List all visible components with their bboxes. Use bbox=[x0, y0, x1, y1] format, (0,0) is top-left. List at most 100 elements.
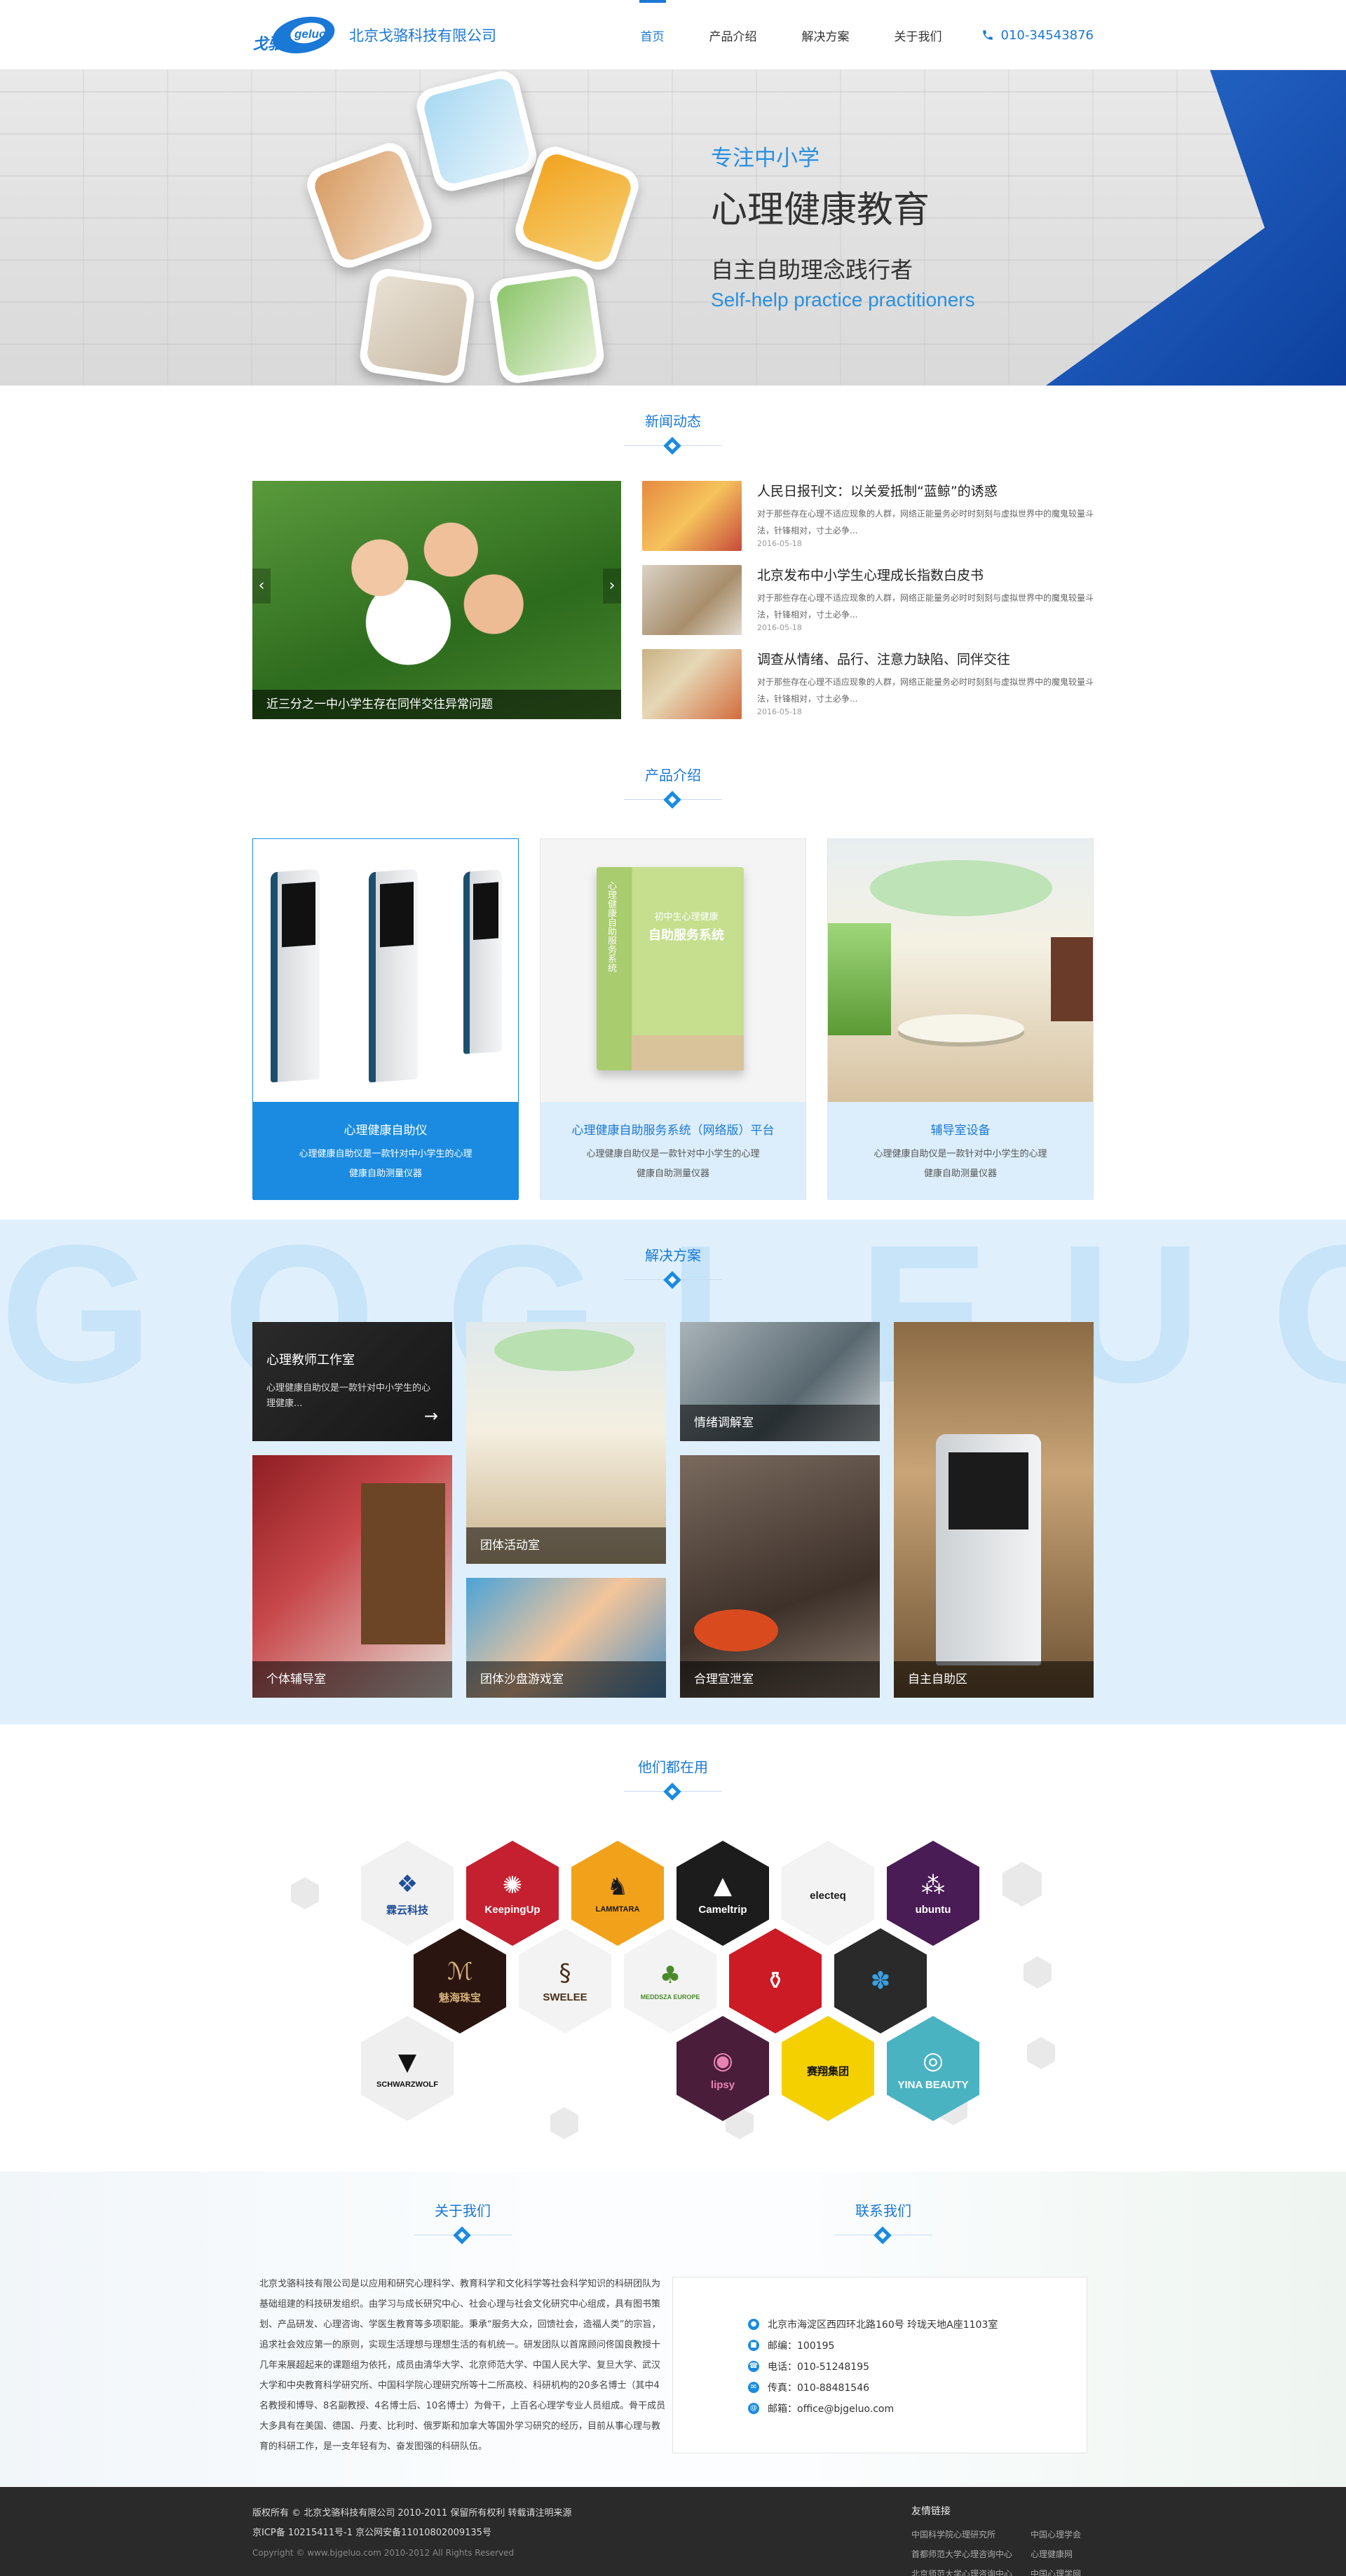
nav-home[interactable]: 首页 bbox=[618, 0, 687, 70]
section-divider bbox=[624, 437, 722, 455]
news-item[interactable]: 人民日报刊文：以关爱抵制“蓝鲸”的诱惑 对于那些存在心理不适应现象的人群，网络正… bbox=[642, 481, 1094, 565]
solution-tile[interactable]: 心理教师工作室 心理健康自助仪是一款针对中小学生的心理健康... → bbox=[252, 1322, 452, 1441]
news-thumbnail[interactable] bbox=[642, 649, 742, 719]
product-image[interactable] bbox=[828, 839, 1093, 1102]
section-divider bbox=[834, 2226, 932, 2244]
solution-tile[interactable]: 团体沙盘游戏室 bbox=[466, 1578, 666, 1698]
product-name[interactable]: 心理健康自助仪 bbox=[253, 1120, 518, 1138]
solution-label[interactable]: 合理宣泄室 bbox=[680, 1661, 880, 1698]
icp-license[interactable]: 京ICP备 10215411号-1 京公网安备11010802009135号 bbox=[252, 2523, 572, 2543]
client-logo-grid: ❖ 霖云科技 ✺ KeepingUp ♞ LAMMTARA ▲ Cameltrip el… bbox=[252, 1827, 1094, 2156]
product-card[interactable]: 辅导室设备 心理健康自助仪是一款针对中小学生的心理健康自助测量仪器 bbox=[827, 838, 1094, 1200]
news-title[interactable]: 人民日报刊文：以关爱抵制“蓝鲸”的诱惑 bbox=[757, 481, 1094, 500]
news-date: 2016-05-18 bbox=[757, 539, 802, 548]
news-desc: 对于那些存在心理不适应现象的人群，网络正能量务必时时刻刻与虚拟世界中的魔鬼较量斗… bbox=[757, 509, 1094, 536]
section-divider bbox=[624, 1271, 722, 1289]
product-image[interactable]: 初中生心理健康 自助服务系统 心理健康自助服务系统 bbox=[541, 839, 805, 1102]
mailbox-icon: ■ bbox=[748, 2340, 759, 2351]
tree-icon: ♣ bbox=[659, 1961, 681, 1989]
swirl-icon: ◎ bbox=[923, 2046, 944, 2075]
monogram-icon: ℳ bbox=[447, 1957, 473, 1986]
product-desc: 心理健康自助仪是一款针对中小学生的心理健康自助测量仪器 bbox=[586, 1149, 760, 1179]
section-heading: 联系我们 bbox=[673, 2200, 1094, 2244]
solution-tile[interactable]: 个体辅导室 bbox=[252, 1455, 452, 1698]
slider-next-button[interactable]: › bbox=[603, 568, 621, 604]
solutions-section: GOGLEUO 解决方案 心理教师工作室 心理健康自助仪是一款针对中小学生的心理… bbox=[0, 1220, 1346, 1724]
email-icon: @ bbox=[748, 2403, 759, 2414]
client-logo[interactable]: ◉ lipsy bbox=[677, 2016, 769, 2121]
section-title: 联系我们 bbox=[855, 2202, 911, 2219]
news-thumbnail[interactable] bbox=[642, 565, 742, 635]
solution-label[interactable]: 团体活动室 bbox=[466, 1527, 666, 1564]
friend-link[interactable]: 北京师范大学心理咨询中心 bbox=[911, 2564, 1031, 2576]
friend-link[interactable]: 中国科学院心理研究所 bbox=[911, 2525, 1031, 2544]
client-logo[interactable]: § SWELEE bbox=[519, 1928, 611, 2033]
section-divider bbox=[624, 1783, 722, 1801]
client-logo[interactable]: ⚱ bbox=[729, 1928, 822, 2033]
contact-email[interactable]: 邮箱：office@bjgeluo.com bbox=[768, 2401, 894, 2415]
product-card[interactable]: 心理健康自助仪 心理健康自助仪是一款针对中小学生的心理健康自助测量仪器 bbox=[252, 838, 519, 1200]
section-title: 解决方案 bbox=[645, 1247, 701, 1264]
client-logo[interactable]: ⁂ ubuntu bbox=[887, 1841, 979, 1946]
product-card[interactable]: 初中生心理健康 自助服务系统 心理健康自助服务系统 心理健康自助服务系统（网络版… bbox=[540, 838, 806, 1200]
arrow-right-icon[interactable]: → bbox=[424, 1406, 438, 1426]
phone-icon bbox=[982, 30, 993, 40]
wolf-icon: ▼ bbox=[397, 2048, 417, 2076]
mountain-icon: ▲ bbox=[713, 1871, 733, 1900]
friend-link[interactable]: 中国心理学网 bbox=[1031, 2564, 1094, 2576]
client-logo[interactable]: ▼ SCHWARZWOLF bbox=[361, 2016, 454, 2121]
product-image[interactable] bbox=[253, 839, 518, 1102]
slider-prev-button[interactable]: ‹ bbox=[252, 568, 271, 604]
solution-label[interactable]: 情绪调解室 bbox=[680, 1405, 880, 1441]
solution-label[interactable]: 个体辅导室 bbox=[252, 1661, 452, 1698]
solution-tile[interactable]: 合理宣泄室 bbox=[680, 1455, 880, 1698]
news-title[interactable]: 北京发布中小学生心理成长指数白皮书 bbox=[757, 565, 1094, 584]
horse-icon: ♞ bbox=[606, 1873, 629, 1901]
solution-tile[interactable]: 自主自助区 bbox=[894, 1322, 1094, 1698]
logo-mark: geluo 戈骆 bbox=[252, 11, 339, 59]
about-section: 关于我们 北京戈骆科技有限公司是以应用和研究心理科学、教育科学和文化科学等社会科… bbox=[0, 2172, 1346, 2487]
friend-link[interactable]: 首都师范大学心理咨询中心 bbox=[911, 2544, 1031, 2564]
product-name[interactable]: 心理健康自助服务系统（网络版）平台 bbox=[541, 1120, 805, 1138]
news-title[interactable]: 调查从情绪、品行、注意力缺陷、同伴交往 bbox=[757, 649, 1094, 668]
news-item[interactable]: 调查从情绪、品行、注意力缺陷、同伴交往 对于那些存在心理不适应现象的人群，网络正… bbox=[642, 649, 1094, 733]
news-thumbnail[interactable] bbox=[642, 481, 742, 551]
phone-number: 010-34543876 bbox=[1000, 27, 1094, 43]
clients-section: 他们都在用 ❖ 霖云科技 ✺ KeepingUp ♞ LAMMTARA ▲ Camelt… bbox=[0, 1724, 1346, 2172]
client-logo[interactable]: ℳ 魅海珠宝 bbox=[414, 1928, 506, 2033]
copyright-en: Copyright © www.bjgeluo.com 2010-2012 Al… bbox=[252, 2548, 515, 2558]
nav-solutions[interactable]: 解决方案 bbox=[780, 0, 872, 70]
nav-about[interactable]: 关于我们 bbox=[872, 0, 965, 70]
nav-products[interactable]: 产品介绍 bbox=[687, 0, 780, 70]
box-side-text: 心理健康自助服务系统 bbox=[606, 881, 616, 972]
slider-caption[interactable]: 近三分之一中小学生存在同伴交往异常问题 bbox=[252, 690, 621, 719]
logo[interactable]: geluo 戈骆 北京戈骆科技有限公司 bbox=[252, 11, 496, 59]
section-divider bbox=[414, 2226, 512, 2244]
solution-feature-overlay[interactable]: 心理教师工作室 心理健康自助仪是一款针对中小学生的心理健康... → bbox=[252, 1322, 452, 1441]
section-heading: 解决方案 bbox=[252, 1244, 1094, 1289]
solution-tile[interactable]: 情绪调解室 bbox=[680, 1322, 880, 1441]
location-icon: ● bbox=[748, 2319, 759, 2330]
news-section: 新闻动态 ‹ › 近三分之一中小学生存在同伴交往异常问题 人民日报刊文：以关爱抵… bbox=[0, 386, 1346, 764]
client-logo[interactable]: ▲ Cameltrip bbox=[677, 1841, 769, 1946]
client-logo[interactable]: electeq bbox=[782, 1841, 874, 1946]
product-name[interactable]: 辅导室设备 bbox=[828, 1120, 1093, 1138]
news-slider[interactable]: ‹ › 近三分之一中小学生存在同伴交往异常问题 bbox=[252, 481, 621, 719]
client-logo[interactable]: ✽ bbox=[834, 1928, 927, 2033]
client-logo[interactable]: 赛翔集团 bbox=[782, 2016, 874, 2121]
news-list: 人民日报刊文：以关爱抵制“蓝鲸”的诱惑 对于那些存在心理不适应现象的人群，网络正… bbox=[642, 481, 1094, 733]
friend-link[interactable]: 心理健康网 bbox=[1031, 2544, 1094, 2564]
contact-box: ● 北京市海淀区西四环北路160号 玲珑天地A座1103室 ■ 邮编：100195 … bbox=[673, 2277, 1087, 2453]
solution-label[interactable]: 团体沙盘游戏室 bbox=[466, 1661, 666, 1698]
news-date: 2016-05-18 bbox=[757, 707, 802, 716]
client-logo[interactable]: ♞ LAMMTARA bbox=[571, 1841, 664, 1946]
news-item[interactable]: 北京发布中小学生心理成长指数白皮书 对于那些存在心理不适应现象的人群，网络正能量… bbox=[642, 565, 1094, 649]
solution-label[interactable]: 自主自助区 bbox=[894, 1661, 1094, 1698]
client-logo[interactable]: ♣ MEDDSZA EUROPE bbox=[624, 1928, 716, 2033]
contact-address: 北京市海淀区西四环北路160号 玲珑天地A座1103室 bbox=[768, 2319, 998, 2331]
solution-tile[interactable]: 团体活动室 bbox=[466, 1322, 666, 1564]
client-logo[interactable]: ✺ KeepingUp bbox=[466, 1841, 559, 1946]
client-logo[interactable]: ❖ 霖云科技 bbox=[361, 1841, 454, 1946]
friend-link[interactable]: 中国心理学会 bbox=[1031, 2525, 1094, 2544]
solution-name[interactable]: 心理教师工作室 bbox=[266, 1350, 438, 1368]
